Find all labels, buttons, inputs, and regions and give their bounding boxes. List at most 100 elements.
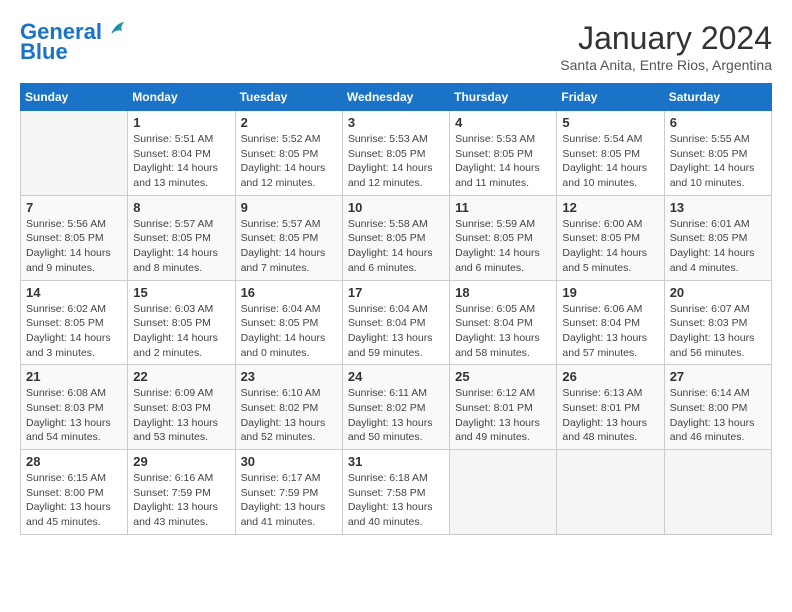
logo-blue-text: Blue xyxy=(20,40,68,64)
day-info: Sunrise: 5:54 AM Sunset: 8:05 PM Dayligh… xyxy=(562,132,658,191)
day-number: 6 xyxy=(670,115,766,130)
calendar-cell: 18 Sunrise: 6:05 AM Sunset: 8:04 PM Dayli… xyxy=(450,280,557,365)
calendar-week-row: 28 Sunrise: 6:15 AM Sunset: 8:00 PM Dayli… xyxy=(21,450,772,535)
page-header: General Blue January 2024 Santa Anita, E… xyxy=(20,20,772,73)
day-number: 3 xyxy=(348,115,444,130)
calendar-cell: 12 Sunrise: 6:00 AM Sunset: 8:05 PM Dayli… xyxy=(557,195,664,280)
calendar-cell: 15Sunrise: 6:03 AM Sunset: 8:05 PM Dayli… xyxy=(128,280,235,365)
calendar-week-row: 1 Sunrise: 5:51 AM Sunset: 8:04 PM Daylig… xyxy=(21,111,772,196)
calendar-cell: 30Sunrise: 6:17 AM Sunset: 7:59 PM Dayli… xyxy=(235,450,342,535)
day-number: 18 xyxy=(455,285,551,300)
day-info: Sunrise: 5:57 AM Sunset: 8:05 PM Dayligh… xyxy=(133,217,229,276)
day-number: 29 xyxy=(133,454,229,469)
day-info: Sunrise: 5:57 AM Sunset: 8:05 PM Dayligh… xyxy=(241,217,337,276)
day-number: 19 xyxy=(562,285,658,300)
calendar-cell xyxy=(450,450,557,535)
calendar-cell xyxy=(21,111,128,196)
day-number: 28 xyxy=(26,454,122,469)
calendar-cell: 14Sunrise: 6:02 AM Sunset: 8:05 PM Dayli… xyxy=(21,280,128,365)
day-info: Sunrise: 6:06 AM Sunset: 8:04 PM Dayligh… xyxy=(562,302,658,361)
calendar-cell: 10Sunrise: 5:58 AM Sunset: 8:05 PM Dayli… xyxy=(342,195,449,280)
calendar-cell: 13 Sunrise: 6:01 AM Sunset: 8:05 PM Dayli… xyxy=(664,195,771,280)
col-header-saturday: Saturday xyxy=(664,84,771,111)
day-number: 17 xyxy=(348,285,444,300)
day-info: Sunrise: 6:18 AM Sunset: 7:58 PM Dayligh… xyxy=(348,471,444,530)
day-number: 21 xyxy=(26,369,122,384)
day-info: Sunrise: 5:56 AM Sunset: 8:05 PM Dayligh… xyxy=(26,217,122,276)
day-number: 25 xyxy=(455,369,551,384)
calendar-cell: 11 Sunrise: 5:59 AM Sunset: 8:05 PM Dayli… xyxy=(450,195,557,280)
day-info: Sunrise: 6:16 AM Sunset: 7:59 PM Dayligh… xyxy=(133,471,229,530)
col-header-sunday: Sunday xyxy=(21,84,128,111)
day-info: Sunrise: 6:04 AM Sunset: 8:05 PM Dayligh… xyxy=(241,302,337,361)
day-number: 26 xyxy=(562,369,658,384)
day-number: 31 xyxy=(348,454,444,469)
calendar-week-row: 21 Sunrise: 6:08 AM Sunset: 8:03 PM Dayli… xyxy=(21,365,772,450)
calendar-cell: 29 Sunrise: 6:16 AM Sunset: 7:59 PM Dayli… xyxy=(128,450,235,535)
col-header-tuesday: Tuesday xyxy=(235,84,342,111)
day-info: Sunrise: 6:12 AM Sunset: 8:01 PM Dayligh… xyxy=(455,386,551,445)
day-info: Sunrise: 6:00 AM Sunset: 8:05 PM Dayligh… xyxy=(562,217,658,276)
day-info: Sunrise: 5:51 AM Sunset: 8:04 PM Dayligh… xyxy=(133,132,229,191)
day-info: Sunrise: 5:53 AM Sunset: 8:05 PM Dayligh… xyxy=(348,132,444,191)
day-number: 27 xyxy=(670,369,766,384)
day-info: Sunrise: 6:03 AM Sunset: 8:05 PM Dayligh… xyxy=(133,302,229,361)
day-info: Sunrise: 6:11 AM Sunset: 8:02 PM Dayligh… xyxy=(348,386,444,445)
day-info: Sunrise: 6:07 AM Sunset: 8:03 PM Dayligh… xyxy=(670,302,766,361)
calendar-cell: 25 Sunrise: 6:12 AM Sunset: 8:01 PM Dayli… xyxy=(450,365,557,450)
col-header-friday: Friday xyxy=(557,84,664,111)
day-info: Sunrise: 6:09 AM Sunset: 8:03 PM Dayligh… xyxy=(133,386,229,445)
day-number: 4 xyxy=(455,115,551,130)
calendar-table: SundayMondayTuesdayWednesdayThursdayFrid… xyxy=(20,83,772,535)
calendar-week-row: 14Sunrise: 6:02 AM Sunset: 8:05 PM Dayli… xyxy=(21,280,772,365)
day-info: Sunrise: 5:52 AM Sunset: 8:05 PM Dayligh… xyxy=(241,132,337,191)
day-info: Sunrise: 6:14 AM Sunset: 8:00 PM Dayligh… xyxy=(670,386,766,445)
day-number: 10 xyxy=(348,200,444,215)
calendar-cell: 5 Sunrise: 5:54 AM Sunset: 8:05 PM Daylig… xyxy=(557,111,664,196)
calendar-cell: 20 Sunrise: 6:07 AM Sunset: 8:03 PM Dayli… xyxy=(664,280,771,365)
day-number: 2 xyxy=(241,115,337,130)
day-number: 5 xyxy=(562,115,658,130)
day-info: Sunrise: 6:13 AM Sunset: 8:01 PM Dayligh… xyxy=(562,386,658,445)
calendar-cell: 17 Sunrise: 6:04 AM Sunset: 8:04 PM Dayli… xyxy=(342,280,449,365)
day-number: 8 xyxy=(133,200,229,215)
calendar-cell: 27 Sunrise: 6:14 AM Sunset: 8:00 PM Dayli… xyxy=(664,365,771,450)
day-number: 1 xyxy=(133,115,229,130)
day-info: Sunrise: 6:05 AM Sunset: 8:04 PM Dayligh… xyxy=(455,302,551,361)
calendar-cell: 19 Sunrise: 6:06 AM Sunset: 8:04 PM Dayli… xyxy=(557,280,664,365)
calendar-cell: 3 Sunrise: 5:53 AM Sunset: 8:05 PM Daylig… xyxy=(342,111,449,196)
calendar-cell: 1 Sunrise: 5:51 AM Sunset: 8:04 PM Daylig… xyxy=(128,111,235,196)
col-header-wednesday: Wednesday xyxy=(342,84,449,111)
day-number: 11 xyxy=(455,200,551,215)
day-number: 22 xyxy=(133,369,229,384)
calendar-cell: 6Sunrise: 5:55 AM Sunset: 8:05 PM Daylig… xyxy=(664,111,771,196)
calendar-cell: 16 Sunrise: 6:04 AM Sunset: 8:05 PM Dayli… xyxy=(235,280,342,365)
day-info: Sunrise: 6:15 AM Sunset: 8:00 PM Dayligh… xyxy=(26,471,122,530)
calendar-cell: 8 Sunrise: 5:57 AM Sunset: 8:05 PM Daylig… xyxy=(128,195,235,280)
day-number: 30 xyxy=(241,454,337,469)
day-number: 20 xyxy=(670,285,766,300)
calendar-cell: 22 Sunrise: 6:09 AM Sunset: 8:03 PM Dayli… xyxy=(128,365,235,450)
day-info: Sunrise: 5:53 AM Sunset: 8:05 PM Dayligh… xyxy=(455,132,551,191)
calendar-cell: 21 Sunrise: 6:08 AM Sunset: 8:03 PM Dayli… xyxy=(21,365,128,450)
calendar-cell: 7 Sunrise: 5:56 AM Sunset: 8:05 PM Daylig… xyxy=(21,195,128,280)
day-info: Sunrise: 6:01 AM Sunset: 8:05 PM Dayligh… xyxy=(670,217,766,276)
calendar-cell xyxy=(664,450,771,535)
calendar-header-row: SundayMondayTuesdayWednesdayThursdayFrid… xyxy=(21,84,772,111)
day-number: 7 xyxy=(26,200,122,215)
day-number: 13 xyxy=(670,200,766,215)
day-number: 12 xyxy=(562,200,658,215)
calendar-cell: 23Sunrise: 6:10 AM Sunset: 8:02 PM Dayli… xyxy=(235,365,342,450)
col-header-thursday: Thursday xyxy=(450,84,557,111)
calendar-cell: 26 Sunrise: 6:13 AM Sunset: 8:01 PM Dayli… xyxy=(557,365,664,450)
calendar-cell xyxy=(557,450,664,535)
day-info: Sunrise: 6:04 AM Sunset: 8:04 PM Dayligh… xyxy=(348,302,444,361)
month-title: January 2024 xyxy=(560,20,772,57)
calendar-cell: 9Sunrise: 5:57 AM Sunset: 8:05 PM Daylig… xyxy=(235,195,342,280)
day-number: 14 xyxy=(26,285,122,300)
day-info: Sunrise: 6:08 AM Sunset: 8:03 PM Dayligh… xyxy=(26,386,122,445)
day-number: 16 xyxy=(241,285,337,300)
day-info: Sunrise: 5:59 AM Sunset: 8:05 PM Dayligh… xyxy=(455,217,551,276)
logo-bird-icon xyxy=(104,19,126,41)
calendar-week-row: 7 Sunrise: 5:56 AM Sunset: 8:05 PM Daylig… xyxy=(21,195,772,280)
